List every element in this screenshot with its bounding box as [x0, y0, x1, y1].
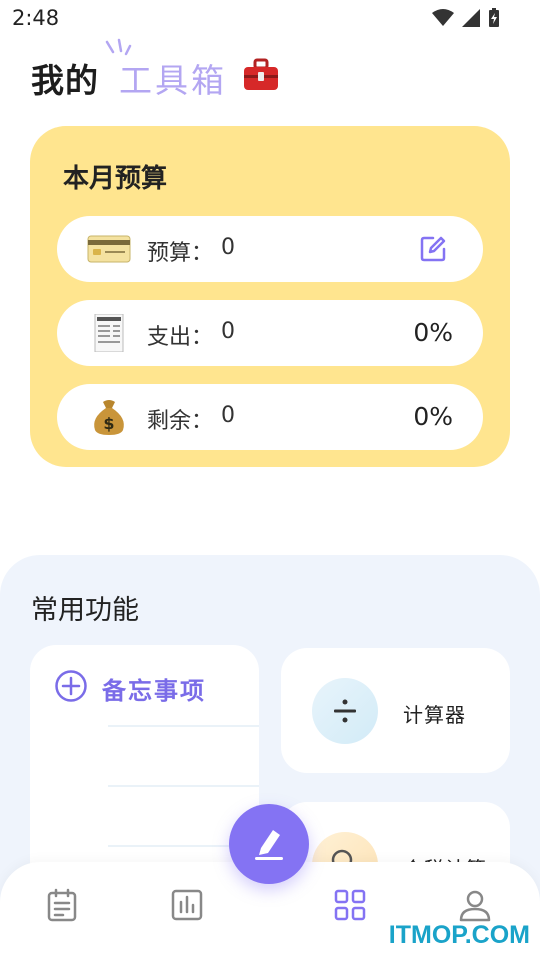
page-title-accent: 工具箱: [119, 61, 227, 100]
memo-divider: [108, 725, 259, 727]
add-circle-icon[interactable]: [54, 669, 88, 703]
signal-icon: [462, 9, 480, 27]
status-bar: 2:48: [0, 0, 540, 38]
remaining-value: 0: [221, 403, 235, 428]
toolbox-icon: [244, 58, 278, 90]
expense-percent: 0%: [413, 318, 453, 347]
memo-divider: [108, 785, 259, 787]
budget-row: 预算： 0: [57, 216, 483, 282]
receipt-icon: [94, 314, 124, 352]
calculator-label: 计算器: [403, 703, 466, 727]
common-functions-title: 常用功能: [31, 595, 139, 626]
user-icon[interactable]: [458, 888, 492, 922]
battery-icon: [489, 8, 499, 27]
monthly-budget-card: 本月预算 预算： 0 支出： 0 0% $ 剩余： 0 0%: [30, 126, 510, 467]
watermark: ITMOP.COM: [388, 921, 530, 949]
calculator-card[interactable]: 计算器: [281, 648, 510, 773]
pencil-icon: [255, 830, 283, 860]
remaining-percent: 0%: [413, 402, 453, 431]
wifi-icon: [432, 9, 454, 26]
calendar-icon[interactable]: [45, 888, 79, 922]
expense-value: 0: [221, 319, 235, 344]
expense-label: 支出：: [147, 325, 214, 350]
calculator-icon-bg: [312, 678, 378, 744]
budget-value: 0: [221, 235, 235, 260]
chart-icon[interactable]: [170, 888, 204, 922]
edit-budget-button[interactable]: [419, 235, 447, 263]
budget-title: 本月预算: [63, 164, 168, 194]
money-bag-icon: $: [94, 400, 124, 435]
add-record-button[interactable]: [229, 804, 309, 884]
page-header: 我的 工具箱: [31, 38, 331, 106]
page-title: 我的: [31, 61, 99, 100]
remaining-label: 剩余：: [147, 409, 214, 434]
expense-row: 支出： 0 0%: [57, 300, 483, 366]
credit-card-icon: [87, 235, 131, 263]
svg-text:$: $: [103, 414, 114, 433]
divide-icon: [334, 699, 356, 723]
remaining-row: $ 剩余： 0 0%: [57, 384, 483, 450]
status-time: 2:48: [12, 6, 60, 30]
grid-icon[interactable]: [333, 888, 367, 922]
memo-label: 备忘事项: [102, 677, 206, 705]
budget-label: 预算：: [147, 241, 214, 266]
status-icons: [432, 8, 500, 28]
